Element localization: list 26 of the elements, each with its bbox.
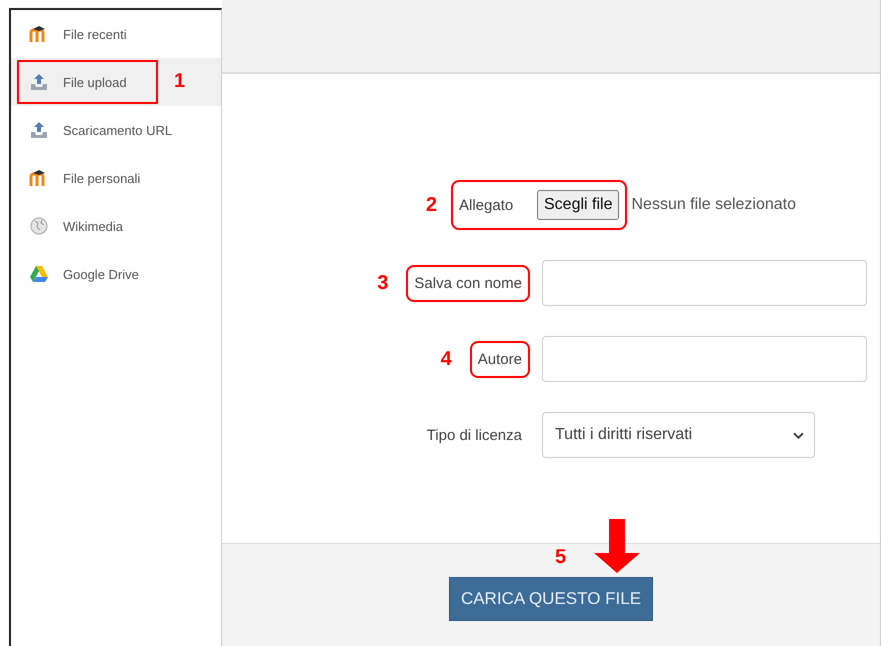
callout-number: 4 (440, 348, 452, 370)
file-status: Nessun file selezionato (631, 196, 796, 214)
sidebar-item[interactable]: Google Drive (11, 250, 221, 298)
chevron-down-icon (793, 432, 804, 438)
input-field[interactable] (542, 336, 867, 382)
upload-button[interactable]: CARICA QUESTO FILE (449, 577, 653, 621)
field-label: Salva con nome (414, 274, 522, 292)
globe-icon (29, 216, 49, 236)
field-label: Tipo di licenza (426, 426, 522, 444)
license-select[interactable]: Tutti i diritti riservati (542, 412, 815, 458)
field-label: Allegato (459, 196, 514, 214)
choose-file-button[interactable]: Scegli file (537, 190, 620, 220)
input-field[interactable] (542, 260, 867, 306)
sidebar-item[interactable]: Wikimedia (11, 202, 221, 250)
drive-icon (29, 264, 49, 284)
upload-icon (29, 120, 49, 140)
callout-number: 5 (555, 546, 566, 569)
callout-number: 3 (377, 272, 388, 294)
field-label: Autore (478, 350, 522, 368)
sidebar-item[interactable]: File upload 1 (11, 58, 221, 106)
callout-number: 2 (426, 194, 437, 216)
sidebar-item[interactable]: File recenti (11, 10, 221, 58)
callout-number: 1 (174, 70, 186, 93)
sidebar-item[interactable]: Scaricamento URL (11, 106, 221, 154)
sidebar-item[interactable]: File personali (11, 154, 221, 202)
upload-icon (29, 72, 49, 92)
